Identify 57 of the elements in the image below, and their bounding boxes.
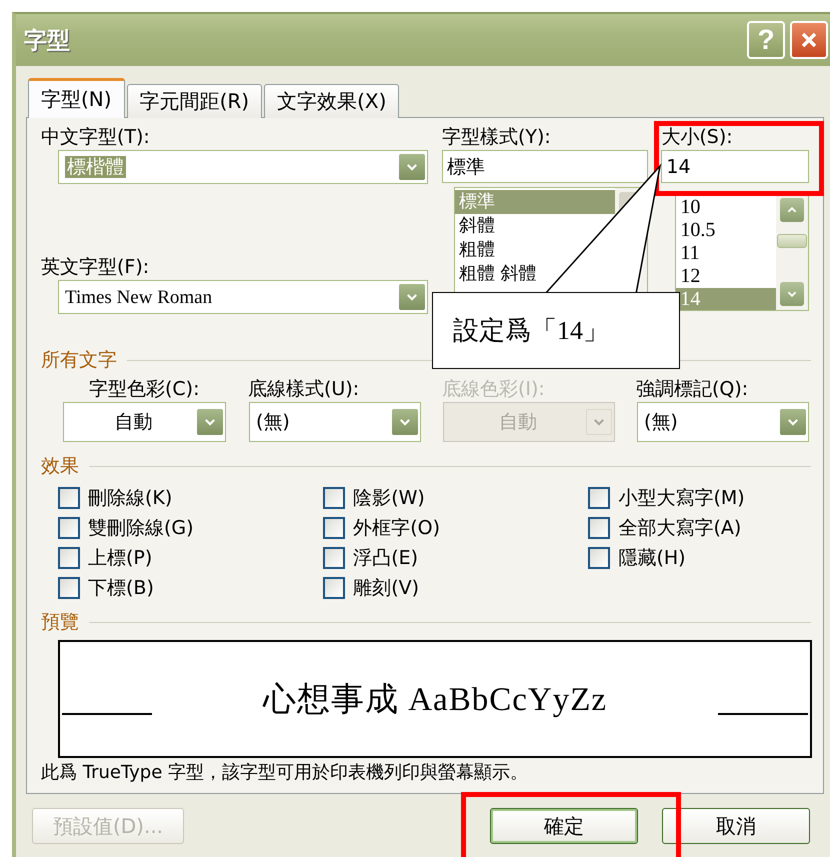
checkbox[interactable]	[588, 547, 610, 569]
field-label: 字型樣式(Y):	[442, 125, 552, 150]
list-item[interactable]: 10	[676, 196, 776, 219]
group-title: 所有文字	[41, 348, 117, 373]
checkbox[interactable]	[323, 577, 346, 599]
field-label: 底線樣式(U):	[247, 377, 360, 402]
checkbox-label: 陰影(W)	[353, 486, 425, 511]
window-title: 字型	[24, 26, 70, 56]
scroll-thumb[interactable]	[777, 234, 808, 248]
checkbox-label: 雕刻(V)	[353, 576, 420, 601]
checkbox[interactable]	[58, 487, 80, 509]
scroll-up-icon[interactable]	[780, 198, 804, 222]
list-item[interactable]: 11	[676, 242, 776, 265]
checkbox[interactable]	[58, 547, 80, 569]
tab[interactable]: 字元間距(R)	[126, 84, 262, 118]
tab[interactable]: 字型(N)	[28, 78, 125, 118]
field-label: 底線色彩(I):	[441, 377, 546, 402]
checkbox-label: 小型大寫字(M)	[618, 486, 745, 511]
dialog-button[interactable]: 取消	[662, 808, 810, 844]
checkbox-label: 外框字(O)	[353, 516, 440, 541]
list-item[interactable]: 10.5	[676, 219, 776, 242]
dropdown-field[interactable]: Times New Roman	[58, 280, 428, 314]
close-icon	[799, 30, 819, 50]
checkbox-label: 隱藏(H)	[618, 546, 686, 571]
checkbox-label: 雙刪除線(G)	[88, 516, 194, 541]
dropdown-field[interactable]: 自動	[63, 402, 226, 442]
dropdown-field[interactable]: (無)	[249, 402, 421, 442]
close-button[interactable]	[790, 21, 828, 59]
preview-sample-text: 心想事成 AaBbCcYyZz	[262, 680, 608, 720]
checkbox-label: 全部大寫字(A)	[618, 516, 742, 541]
list-item[interactable]: 12	[676, 265, 776, 288]
checkbox-label: 上標(P)	[88, 546, 152, 571]
checkbox[interactable]	[323, 517, 346, 539]
field-label: 字型色彩(C):	[88, 377, 200, 402]
checkbox-label: 浮凸(E)	[353, 546, 418, 571]
checkbox-label: 下標(B)	[88, 576, 154, 601]
field-label: 強調標記(Q):	[635, 377, 750, 402]
tab[interactable]: 文字效果(X)	[264, 84, 400, 118]
checkbox[interactable]	[588, 517, 610, 539]
checkbox[interactable]	[58, 577, 80, 599]
checkbox[interactable]	[588, 487, 610, 509]
group-title: 預覽	[41, 610, 79, 635]
callout-label: 設定爲「14」	[432, 292, 680, 369]
dialog-button[interactable]: 確定	[490, 808, 638, 844]
scroll-down-icon[interactable]	[780, 282, 804, 306]
checkbox[interactable]	[323, 547, 346, 569]
field-label: 大小(S):	[661, 125, 734, 150]
field-label: 英文字型(F):	[41, 255, 150, 280]
checkbox[interactable]	[323, 487, 346, 509]
checkbox-label: 刪除線(K)	[88, 486, 172, 511]
dropdown-field[interactable]: (無)	[637, 402, 809, 442]
group-title: 效果	[41, 454, 79, 479]
font-info-text: 此爲 TrueType 字型，該字型可用於印表機列印與螢幕顯示。	[41, 761, 530, 784]
field-label: 中文字型(T):	[41, 125, 151, 150]
text-field[interactable]: 標準	[442, 150, 648, 183]
text-field[interactable]: 14	[661, 150, 810, 183]
checkbox[interactable]	[58, 517, 80, 539]
